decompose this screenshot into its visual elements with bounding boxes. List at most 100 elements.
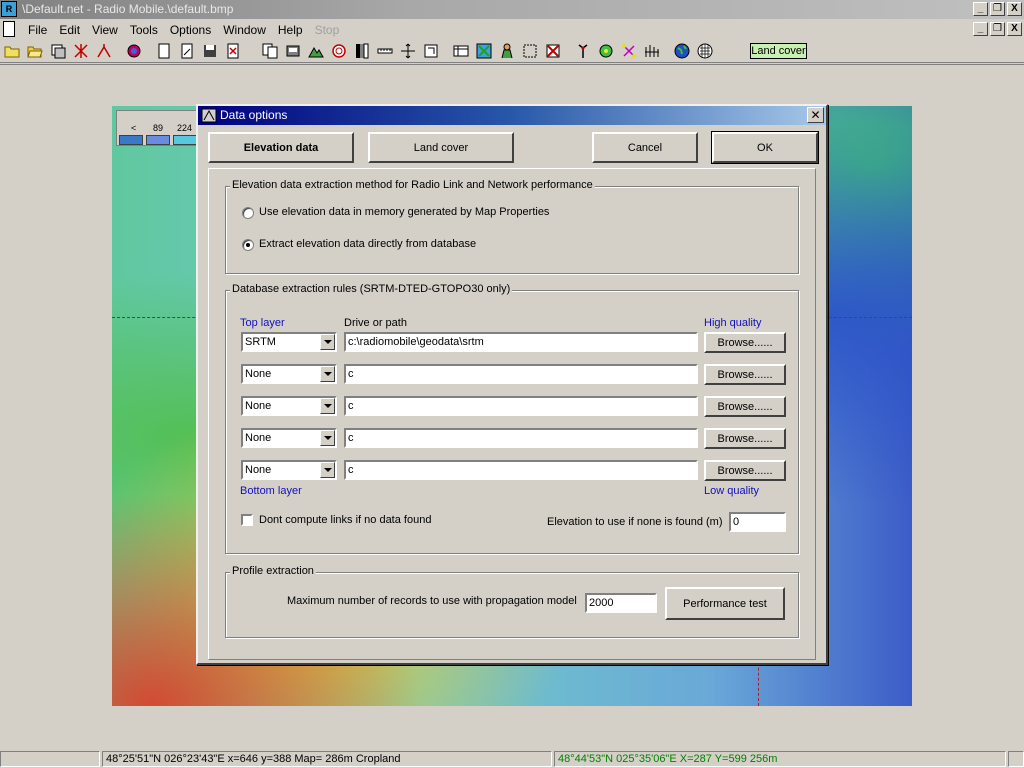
max-records-label: Maximum number of records to use with pr… (287, 595, 577, 607)
path-input-5[interactable]: c (344, 460, 698, 480)
performance-test-button[interactable]: Performance test (665, 587, 785, 620)
page-edit-icon[interactable] (179, 43, 195, 59)
radio-extract-database[interactable] (242, 239, 254, 251)
pan-icon[interactable] (400, 43, 416, 59)
globe-icon[interactable] (598, 43, 614, 59)
signal-icon[interactable] (644, 43, 660, 59)
layer-select-1[interactable]: SRTM (241, 332, 337, 352)
terrain-icon[interactable] (308, 43, 324, 59)
drive-or-path-label: Drive or path (344, 317, 407, 329)
browse-button-1[interactable]: Browse...... (704, 332, 786, 353)
close-button[interactable]: X (1007, 2, 1022, 16)
browse-button-2[interactable]: Browse...... (704, 364, 786, 385)
legend-value: 224 (177, 123, 193, 133)
menu-bar: File Edit View Tools Options Window Help… (0, 20, 1024, 40)
antenna-icon[interactable] (575, 43, 591, 59)
legend-prev-button[interactable]: < (131, 123, 136, 133)
chevron-down-icon[interactable] (320, 398, 335, 414)
app-icon[interactable]: R (1, 1, 17, 17)
radio-use-memory[interactable] (242, 207, 254, 219)
group-legend: Database extraction rules (SRTM-DTED-GTO… (230, 283, 513, 295)
restore-button[interactable]: ❐ (990, 2, 1005, 16)
dialog-app-icon (201, 108, 217, 123)
chevron-down-icon[interactable] (320, 334, 335, 350)
chevron-down-icon[interactable] (320, 366, 335, 382)
browse-button-5[interactable]: Browse...... (704, 460, 786, 481)
layer-select-2[interactable]: None (241, 364, 337, 384)
page-icon[interactable] (156, 43, 172, 59)
save-icon[interactable] (202, 43, 218, 59)
network-tree-icon[interactable] (621, 43, 637, 59)
new-folder-icon[interactable] (4, 43, 20, 59)
network-icon[interactable] (73, 43, 89, 59)
path-input-1[interactable]: c:\radiomobile\geodata\srtm (344, 332, 698, 352)
legend-value: 89 (153, 123, 164, 133)
mdi-minimize-button[interactable]: _ (973, 22, 988, 36)
legend-swatch (146, 135, 170, 145)
title-bar: R \Default.net - Radio Mobile.\default.b… (0, 0, 1024, 19)
path-input-3[interactable]: c (344, 396, 698, 416)
menu-help[interactable]: Help (272, 22, 309, 38)
target-icon[interactable] (331, 43, 347, 59)
print-icon[interactable] (225, 43, 241, 59)
path-input-2[interactable]: c (344, 364, 698, 384)
mdi-close-button[interactable]: X (1007, 22, 1022, 36)
status-pane-empty (0, 751, 100, 767)
mdi-restore-button[interactable]: ❐ (990, 22, 1005, 36)
layer-select-5[interactable]: None (241, 460, 337, 480)
menu-tools[interactable]: Tools (124, 22, 164, 38)
open-folder-icon[interactable] (27, 43, 43, 59)
dont-compute-checkbox[interactable] (241, 514, 253, 526)
select-region-icon[interactable] (522, 43, 538, 59)
chevron-down-icon[interactable] (320, 430, 335, 446)
ruler-icon[interactable] (377, 43, 393, 59)
dont-compute-label: Dont compute links if no data found (259, 514, 432, 526)
data-options-dialog: Data options ✕ Elevation data Land cover… (196, 104, 828, 665)
max-records-input[interactable]: 2000 (585, 593, 657, 613)
browse-button-4[interactable]: Browse...... (704, 428, 786, 449)
layer-select-3[interactable]: None (241, 396, 337, 416)
dialog-close-button[interactable]: ✕ (807, 107, 824, 123)
grid-icon[interactable] (697, 43, 713, 59)
menu-edit[interactable]: Edit (53, 22, 86, 38)
elevation-default-input[interactable]: 0 (729, 512, 786, 532)
path-input-4[interactable]: c (344, 428, 698, 448)
legend-swatch (119, 135, 143, 145)
tab-land-cover[interactable]: Land cover (368, 132, 514, 163)
browse-button-3[interactable]: Browse...... (704, 396, 786, 417)
merge-icon[interactable] (285, 43, 301, 59)
status-map-position: 48°44'53"N 025°35'06"E X=287 Y=599 256m (554, 751, 1006, 767)
extraction-method-group: Elevation data extraction method for Rad… (225, 179, 799, 274)
ok-button[interactable]: OK (711, 131, 819, 164)
land-cover-toolbar-button[interactable]: Land cover (750, 43, 807, 59)
menu-stop: Stop (314, 23, 340, 37)
map-select-icon[interactable] (476, 43, 492, 59)
tab-elevation-data[interactable]: Elevation data (208, 132, 354, 163)
person-icon[interactable] (499, 43, 515, 59)
link-edit-icon[interactable] (96, 43, 112, 59)
zoom-icon[interactable] (423, 43, 439, 59)
menu-options[interactable]: Options (164, 22, 217, 38)
chevron-down-icon[interactable] (320, 462, 335, 478)
world-icon[interactable] (674, 43, 690, 59)
cancel-button[interactable]: Cancel (592, 132, 698, 163)
radio-link-icon[interactable] (126, 43, 142, 59)
layer-select-4[interactable]: None (241, 428, 337, 448)
menu-file[interactable]: File (22, 22, 53, 38)
delete-region-icon[interactable] (545, 43, 561, 59)
status-cursor-position: 48°25'51"N 026°23'43"E x=646 y=388 Map= … (102, 751, 552, 767)
window-title: \Default.net - Radio Mobile.\default.bmp (22, 2, 234, 16)
select-value: None (245, 432, 272, 444)
grayscale-icon[interactable] (354, 43, 370, 59)
menu-view[interactable]: View (86, 22, 124, 38)
minimize-button[interactable]: _ (973, 2, 988, 16)
bottom-layer-label: Bottom layer (240, 485, 302, 497)
document-icon[interactable] (3, 21, 15, 37)
map-color-legend: < 89 224 (116, 110, 198, 146)
stack-icon[interactable] (50, 43, 66, 59)
menu-window[interactable]: Window (217, 22, 272, 38)
top-layer-label: Top layer (240, 317, 285, 329)
select-value: None (245, 368, 272, 380)
table-icon[interactable] (453, 43, 469, 59)
copy-icon[interactable] (262, 43, 278, 59)
